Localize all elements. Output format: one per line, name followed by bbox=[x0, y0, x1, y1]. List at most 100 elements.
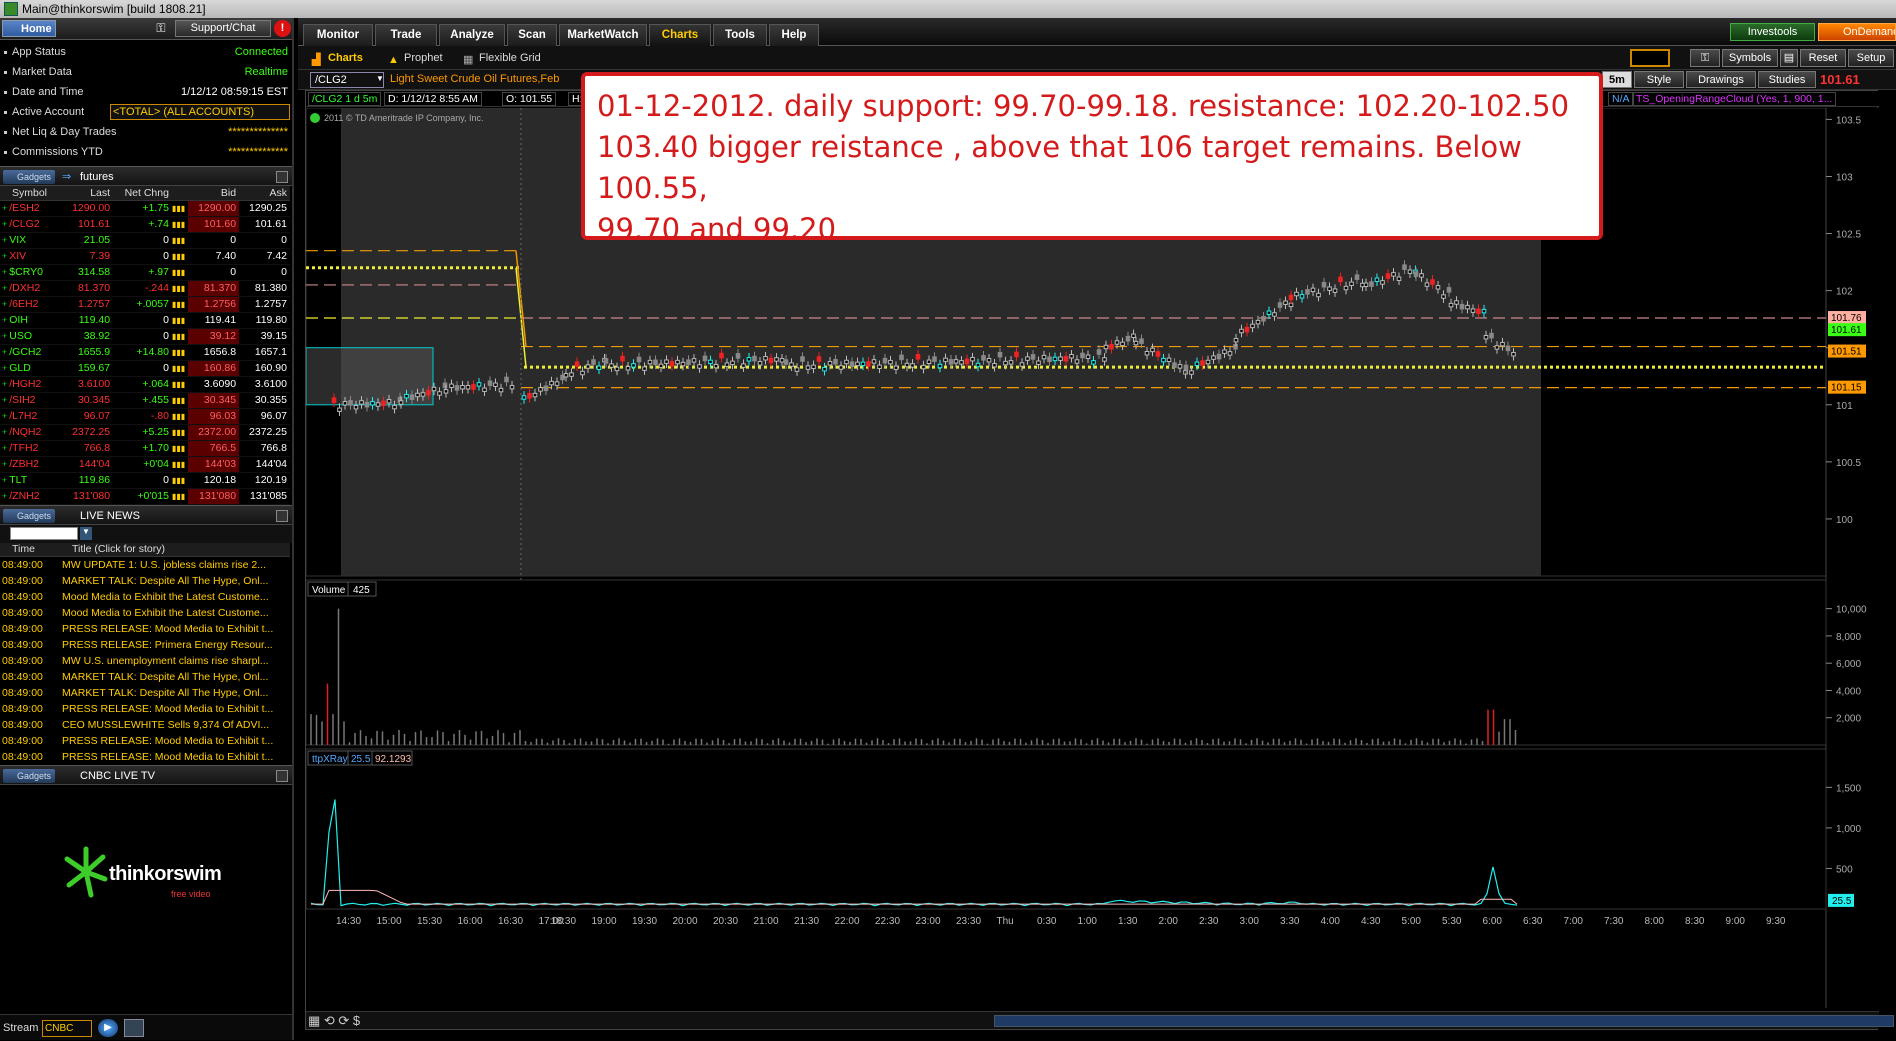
symbols-button[interactable]: Symbols bbox=[1722, 49, 1778, 67]
news-row[interactable]: 08:49:00 MARKET TALK: Despite All The Hyp… bbox=[0, 685, 290, 701]
column-header[interactable] bbox=[171, 186, 189, 201]
print-icon[interactable]: ▤ bbox=[1780, 49, 1798, 67]
watchlist-title[interactable]: futures bbox=[80, 171, 114, 183]
column-header[interactable]: Title (Click for story) bbox=[60, 542, 290, 557]
watchlist-row[interactable]: OIH119.400▮▮▮119.41119.80 bbox=[0, 312, 290, 329]
reset-button[interactable]: Reset bbox=[1800, 49, 1846, 67]
news-row[interactable]: 08:49:00 MW U.S. unemployment claims rise… bbox=[0, 653, 290, 669]
setup-button[interactable]: Setup bbox=[1848, 49, 1894, 67]
support-chat-button[interactable]: Support/Chat bbox=[175, 20, 271, 37]
column-header[interactable]: Bid bbox=[188, 186, 240, 201]
tab-scan[interactable]: Scan bbox=[507, 24, 557, 46]
watchlist-row[interactable]: /NQH22372.25+5.25▮▮▮2372.002372.25 bbox=[0, 424, 290, 441]
news-headline[interactable]: Mood Media to Exhibit the Latest Custome… bbox=[60, 589, 290, 605]
close-icon[interactable] bbox=[276, 769, 288, 782]
alert-icon[interactable]: ! bbox=[274, 20, 291, 37]
watchlist-row[interactable]: /SIH230.345+.455▮▮▮30.34530.355 bbox=[0, 392, 290, 409]
news-row[interactable]: 08:49:00 Mood Media to Exhibit the Latest… bbox=[0, 589, 290, 605]
studies-button[interactable]: Studies bbox=[1758, 71, 1816, 88]
subtab-flexible-grid[interactable]: ▦ Flexible Grid bbox=[461, 50, 541, 67]
gadgets-button[interactable]: Gadgets bbox=[3, 170, 55, 184]
timeframe-button[interactable]: 5m bbox=[1602, 71, 1632, 88]
link-icon[interactable]: ⚿ bbox=[1690, 49, 1720, 67]
news-row[interactable]: 08:49:00 PRESS RELEASE: Mood Media to Exh… bbox=[0, 733, 290, 749]
close-icon[interactable] bbox=[276, 171, 288, 183]
news-headline[interactable]: MW U.S. unemployment claims rise sharpl.… bbox=[60, 653, 290, 669]
news-filter-input[interactable] bbox=[10, 526, 78, 540]
tab-tools[interactable]: Tools bbox=[713, 24, 767, 46]
news-row[interactable]: 08:49:00 PRESS RELEASE: Mood Media to Exh… bbox=[0, 621, 290, 637]
watchlist-row[interactable]: $CRY0314.58+.97▮▮▮00 bbox=[0, 264, 290, 281]
column-header[interactable]: Last bbox=[62, 186, 114, 201]
gadgets-button[interactable]: Gadgets bbox=[3, 768, 55, 783]
news-headline[interactable]: CEO MUSSLEWHITE Sells 9,374 Of ADVI... bbox=[60, 717, 290, 733]
news-headline[interactable]: PRESS RELEASE: Mood Media to Exhibit t..… bbox=[60, 701, 290, 717]
news-row[interactable]: 08:49:00 CEO MUSSLEWHITE Sells 9,374 Of A… bbox=[0, 717, 290, 733]
play-icon[interactable]: ▶ bbox=[98, 1019, 118, 1037]
news-headline[interactable]: MARKET TALK: Despite All The Hype, Onl..… bbox=[60, 669, 290, 685]
news-row[interactable]: 08:49:00 PRESS RELEASE: Mood Media to Exh… bbox=[0, 749, 290, 765]
news-headline[interactable]: PRESS RELEASE: Mood Media to Exhibit t..… bbox=[60, 733, 290, 749]
study-label[interactable]: TS_OpeningRangeCloud (Yes, 1, 900, 1... bbox=[1632, 92, 1837, 106]
watchlist-row[interactable]: /CLG2101.61+.74▮▮▮101.60101.61 bbox=[0, 216, 290, 233]
news-row[interactable]: 08:49:00 PRESS RELEASE: Primera Energy Re… bbox=[0, 637, 290, 653]
news-headline[interactable]: Mood Media to Exhibit the Latest Custome… bbox=[60, 605, 290, 621]
quick-symbol-box[interactable] bbox=[1630, 49, 1670, 67]
subtab-charts[interactable]: ▟ Charts bbox=[310, 50, 363, 67]
tab-help[interactable]: Help bbox=[769, 24, 819, 46]
tv-player[interactable]: thinkorswim free video bbox=[0, 784, 292, 990]
watchlist-row[interactable]: /L7H296.07-.80▮▮▮96.0396.07 bbox=[0, 408, 290, 425]
watchlist-row[interactable]: USO38.920▮▮▮39.1239.15 bbox=[0, 328, 290, 345]
column-header[interactable]: Symbol bbox=[0, 186, 63, 201]
column-header[interactable]: Time bbox=[0, 542, 60, 557]
zoom-icon[interactable]: ▦ ⟲ ⟳ $ bbox=[308, 1013, 360, 1029]
watchlist-row[interactable]: /TFH2766.8+1.70▮▮▮766.5766.8 bbox=[0, 440, 290, 457]
key-icon[interactable]: ⚿ bbox=[151, 21, 171, 36]
news-headline[interactable]: MW UPDATE 1: U.S. jobless claims rise 2.… bbox=[60, 557, 290, 573]
watchlist-row[interactable]: VIX21.050▮▮▮00 bbox=[0, 232, 290, 249]
watchlist-row[interactable]: /GCH21655.9+14.80▮▮▮1656.81657.1 bbox=[0, 344, 290, 361]
news-row[interactable]: 08:49:00 MARKET TALK: Despite All The Hyp… bbox=[0, 573, 290, 589]
news-row[interactable]: 08:49:00 PRESS RELEASE: Mood Media to Exh… bbox=[0, 701, 290, 717]
watchlist-row[interactable]: GLD159.670▮▮▮160.86160.90 bbox=[0, 360, 290, 377]
watchlist-row[interactable]: /ESH21290.00+1.75▮▮▮1290.001290.25 bbox=[0, 200, 290, 217]
tab-marketwatch[interactable]: MarketWatch bbox=[559, 24, 647, 46]
watchlist-row[interactable]: /6EH21.2757+.0057▮▮▮1.27561.2757 bbox=[0, 296, 290, 313]
investools-button[interactable]: Investools bbox=[1730, 23, 1815, 41]
news-headline[interactable]: MARKET TALK: Despite All The Hype, Onl..… bbox=[60, 685, 290, 701]
news-headline[interactable]: PRESS RELEASE: Mood Media to Exhibit t..… bbox=[60, 621, 290, 637]
news-row[interactable]: 08:49:00 Mood Media to Exhibit the Latest… bbox=[0, 605, 290, 621]
news-row[interactable]: 08:49:00 MARKET TALK: Despite All The Hyp… bbox=[0, 669, 290, 685]
watchlist-row[interactable]: /DXH281.370-.244▮▮▮81.37081.380 bbox=[0, 280, 290, 297]
chevron-down-icon[interactable]: ▼ bbox=[80, 526, 92, 540]
tab-trade[interactable]: Trade bbox=[375, 24, 437, 46]
style-button[interactable]: Style bbox=[1634, 71, 1684, 88]
symbol-input[interactable]: /CLG2 bbox=[310, 72, 384, 88]
home-button[interactable]: Home bbox=[2, 20, 56, 37]
chevron-down-icon[interactable]: ▼ bbox=[376, 74, 384, 83]
watchlist-row[interactable]: XIV7.390▮▮▮7.407.42 bbox=[0, 248, 290, 265]
annotation-callout[interactable]: 01-12-2012. daily support: 99.70-99.18. … bbox=[581, 72, 1603, 246]
news-row[interactable]: 08:49:00 MW UPDATE 1: U.S. jobless claims… bbox=[0, 557, 290, 573]
stream-select[interactable]: CNBC bbox=[42, 1020, 92, 1037]
news-headline[interactable]: PRESS RELEASE: Mood Media to Exhibit t..… bbox=[60, 749, 290, 765]
watchlist-row[interactable]: /ZNH2131'080+0'015▮▮▮131'080131'085 bbox=[0, 488, 290, 505]
ondemand-button[interactable]: OnDemand bbox=[1818, 23, 1896, 41]
column-header[interactable]: Net Chng bbox=[113, 186, 172, 201]
tab-monitor[interactable]: Monitor bbox=[303, 24, 373, 46]
drawings-button[interactable]: Drawings bbox=[1686, 71, 1756, 88]
news-headline[interactable]: MARKET TALK: Despite All The Hype, Onl..… bbox=[60, 573, 290, 589]
chart-scrollbar[interactable] bbox=[994, 1015, 1894, 1027]
popout-icon[interactable] bbox=[124, 1019, 144, 1037]
watchlist-row[interactable]: TLT119.860▮▮▮120.18120.19 bbox=[0, 472, 290, 489]
subtab-prophet[interactable]: ▲ Prophet bbox=[386, 50, 443, 67]
news-headline[interactable]: PRESS RELEASE: Primera Energy Resour... bbox=[60, 637, 290, 653]
watchlist-row[interactable]: /ZBH2144'04+0'04▮▮▮144'03144'04 bbox=[0, 456, 290, 473]
tab-charts[interactable]: Charts bbox=[649, 24, 711, 46]
tab-analyze[interactable]: Analyze bbox=[439, 24, 505, 46]
watchlist-row[interactable]: /HGH23.6100+.064▮▮▮3.60903.6100 bbox=[0, 376, 290, 393]
account-select[interactable]: <TOTAL> (ALL ACCOUNTS) bbox=[110, 104, 290, 120]
close-icon[interactable] bbox=[276, 509, 288, 522]
column-header[interactable]: Ask bbox=[239, 186, 290, 201]
gadgets-button[interactable]: Gadgets bbox=[3, 508, 55, 523]
